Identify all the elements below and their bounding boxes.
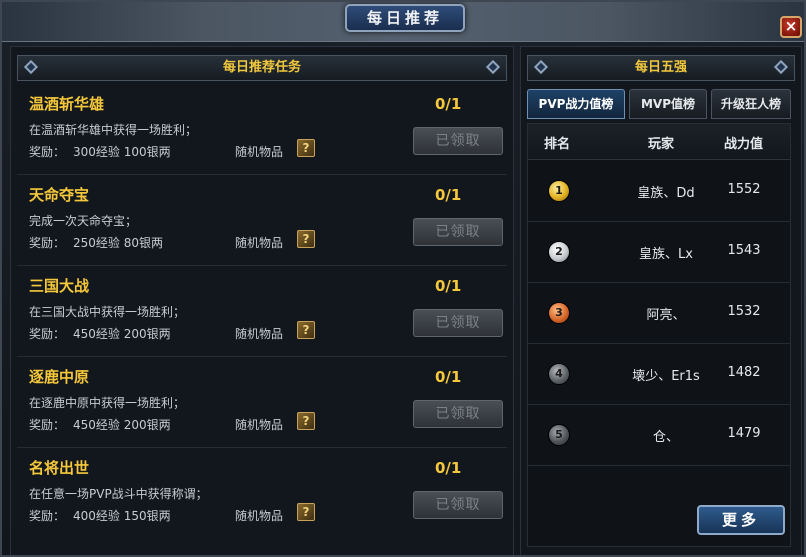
bronze-medal-icon: 3	[548, 302, 570, 324]
task-reward: 奖励： 400经验 150银两	[29, 507, 171, 524]
ranking-panel-title: 每日五强	[634, 60, 687, 75]
task-reward: 奖励： 450经验 200银两	[29, 416, 171, 433]
column-header-rank: 排名	[544, 137, 571, 152]
mystery-item-icon[interactable]: ?	[297, 503, 315, 521]
task-description: 在任意一场PVP战斗中获得称谓；	[29, 487, 208, 501]
reward-value: 450经验 200银两	[73, 418, 171, 432]
rank-badge-icon: 4	[548, 363, 570, 385]
table-row[interactable]: 2 皇族、Lx 1543	[528, 223, 790, 283]
column-header-player: 玩家	[648, 137, 675, 152]
more-button[interactable]: 更多	[697, 505, 785, 535]
claim-button[interactable]: 已领取	[413, 127, 503, 155]
task-title: 逐鹿中原	[29, 368, 90, 386]
close-button[interactable]: ×	[780, 16, 802, 38]
task-progress: 0/1	[435, 277, 462, 295]
player-name: 皇族、Lx	[639, 247, 693, 262]
reward-label: 奖励：	[29, 327, 66, 341]
task-item: 名将出世 0/1 在任意一场PVP战斗中获得称谓； 奖励： 400经验 150银两…	[17, 453, 507, 539]
reward-label: 奖励：	[29, 509, 66, 523]
task-title: 名将出世	[29, 459, 90, 477]
player-name: 皇族、Dd	[637, 186, 695, 201]
table-row[interactable]: 3 阿亮、 1532	[528, 284, 790, 344]
task-item: 逐鹿中原 0/1 在逐鹿中原中获得一场胜利； 奖励： 450经验 200银两 随机…	[17, 362, 507, 448]
task-item: 温酒斩华雄 0/1 在温酒斩华雄中获得一场胜利； 奖励： 300经验 100银两 …	[17, 89, 507, 175]
mystery-item-icon[interactable]: ?	[297, 412, 315, 430]
tab-pvp-power[interactable]: PVP战力值榜	[527, 89, 625, 119]
task-description: 在逐鹿中原中获得一场胜利；	[29, 396, 186, 410]
ranking-tabs: PVP战力值榜 MVP值榜 升级狂人榜	[527, 89, 791, 119]
task-reward: 奖励： 300经验 100银两	[29, 143, 171, 160]
reward-label: 奖励：	[29, 145, 66, 159]
claim-button[interactable]: 已领取	[413, 400, 503, 428]
random-item-label: 随机物品	[235, 509, 284, 523]
ornament-icon	[23, 59, 39, 75]
task-progress: 0/1	[435, 368, 462, 386]
mystery-item-icon[interactable]: ?	[297, 230, 315, 248]
tasks-panel: 每日推荐任务 温酒斩华雄 0/1 在温酒斩华雄中获得一场胜利； 奖励： 300经验…	[10, 46, 514, 555]
power-value: 1552	[727, 182, 761, 197]
player-name: 仓、	[652, 430, 679, 445]
column-header-power: 战力值	[724, 137, 764, 152]
table-row[interactable]: 4 壊少、Er1s 1482	[528, 345, 790, 405]
random-item-label: 随机物品	[235, 418, 284, 432]
claim-button[interactable]: 已领取	[413, 218, 503, 246]
table-row[interactable]: 5 仓、 1479	[528, 406, 790, 466]
claim-button[interactable]: 已领取	[413, 309, 503, 337]
tab-mvp[interactable]: MVP值榜	[629, 89, 707, 119]
window-title: 每日推荐	[345, 4, 465, 32]
player-name: 壊少、Er1s	[632, 369, 700, 384]
reward-label: 奖励：	[29, 236, 66, 250]
ranking-table: 排名 玩家 战力值 1 皇族、Dd 1552 2 皇族、Lx 1543 3 阿亮…	[527, 123, 791, 547]
mystery-item-icon[interactable]: ?	[297, 321, 315, 339]
task-title: 三国大战	[29, 277, 90, 295]
task-item: 天命夺宝 0/1 完成一次天命夺宝； 奖励： 250经验 80银两 随机物品 ? …	[17, 180, 507, 266]
random-item-label: 随机物品	[235, 145, 284, 159]
power-value: 1479	[727, 426, 761, 441]
tasks-panel-header: 每日推荐任务	[17, 55, 507, 81]
reward-label: 奖励：	[29, 418, 66, 432]
task-title: 温酒斩华雄	[29, 95, 105, 113]
task-reward: 奖励： 450经验 200银两	[29, 325, 171, 342]
power-value: 1482	[727, 365, 761, 380]
power-value: 1532	[727, 304, 761, 319]
random-item-label: 随机物品	[235, 327, 284, 341]
task-description: 完成一次天命夺宝；	[29, 214, 138, 228]
ornament-icon	[533, 59, 549, 75]
task-title: 天命夺宝	[29, 186, 90, 204]
task-description: 在温酒斩华雄中获得一场胜利；	[29, 123, 198, 137]
reward-value: 450经验 200银两	[73, 327, 171, 341]
player-name: 阿亮、	[646, 308, 686, 323]
silver-medal-icon: 2	[548, 241, 570, 263]
rank-badge-icon: 5	[548, 424, 570, 446]
reward-value: 250经验 80银两	[73, 236, 164, 250]
ranking-panel-header: 每日五强	[527, 55, 795, 81]
task-reward: 奖励： 250经验 80银两	[29, 234, 163, 251]
tab-level-up[interactable]: 升级狂人榜	[711, 89, 791, 119]
reward-value: 400经验 150银两	[73, 509, 171, 523]
reward-value: 300经验 100银两	[73, 145, 171, 159]
gold-medal-icon: 1	[548, 180, 570, 202]
task-progress: 0/1	[435, 95, 462, 113]
task-item: 三国大战 0/1 在三国大战中获得一场胜利； 奖励： 450经验 200银两 随机…	[17, 271, 507, 357]
ornament-icon	[485, 59, 501, 75]
task-progress: 0/1	[435, 186, 462, 204]
ranking-panel: 每日五强 PVP战力值榜 MVP值榜 升级狂人榜 排名 玩家 战力值 1 皇族、…	[520, 46, 802, 555]
task-progress: 0/1	[435, 459, 462, 477]
ranking-table-header: 排名 玩家 战力值	[528, 124, 790, 160]
tasks-panel-title: 每日推荐任务	[222, 60, 301, 75]
task-description: 在三国大战中获得一场胜利；	[29, 305, 186, 319]
power-value: 1543	[727, 243, 761, 258]
ornament-icon	[773, 59, 789, 75]
random-item-label: 随机物品	[235, 236, 284, 250]
daily-recommend-window: 每日推荐 × 每日推荐任务 温酒斩华雄 0/1 在温酒斩华雄中获得一场胜利； 奖…	[0, 0, 806, 557]
mystery-item-icon[interactable]: ?	[297, 139, 315, 157]
table-row[interactable]: 1 皇族、Dd 1552	[528, 162, 790, 222]
claim-button[interactable]: 已领取	[413, 491, 503, 519]
